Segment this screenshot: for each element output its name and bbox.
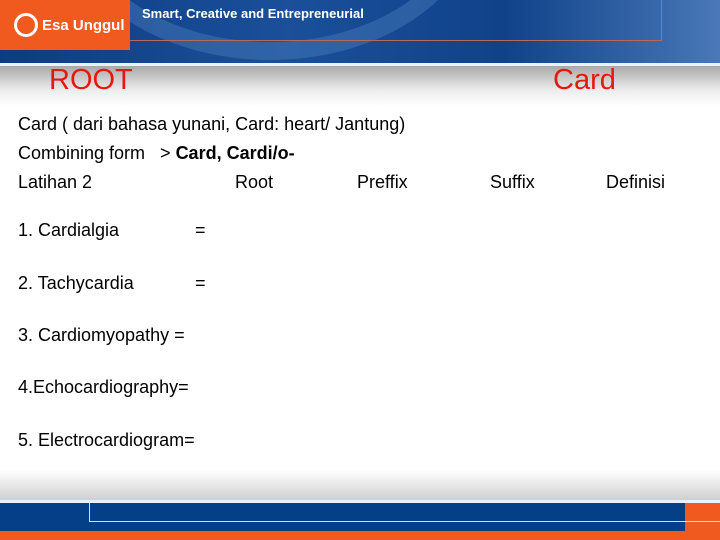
list-item: 2. Tachycardia [18,273,134,293]
column-prefix: Preffix [357,172,408,192]
list-item-equals: = [195,220,206,240]
list-item: 4.Echocardiography= [18,377,189,397]
footer-stripe [0,531,720,540]
university-logo: Esa Unggul [0,0,130,50]
combining-form-value: Card, Cardi/o- [175,143,295,163]
list-item: 1. Cardialgia [18,220,120,240]
divider [89,503,720,522]
combining-form-line: Combining form > Card, Cardi/o- [18,143,295,164]
list-item-equals: = [195,273,206,293]
list-item: 5. Electrocardiogram= [18,430,195,450]
column-definisi: Definisi [606,172,666,192]
column-suffix: Suffix [490,172,535,192]
slide-title-right: Card [553,64,616,96]
tagline: Smart, Creative and Entrepreneurial [142,6,364,21]
list-item: 3. Cardiomyopathy = [18,325,185,345]
column-root: Root [235,172,274,192]
divider [661,0,662,41]
logo-text: Esa Unggul [42,16,125,34]
column-latihan: Latihan 2 [18,172,93,192]
divider [130,40,662,41]
footer-band [0,470,720,500]
slide-title-left: ROOT [49,64,133,96]
definition-line: Card ( dari bahasa yunani, Card: heart/ … [18,114,406,134]
combining-form-label: Combining form > [18,143,176,163]
logo-mark-icon [14,13,38,37]
